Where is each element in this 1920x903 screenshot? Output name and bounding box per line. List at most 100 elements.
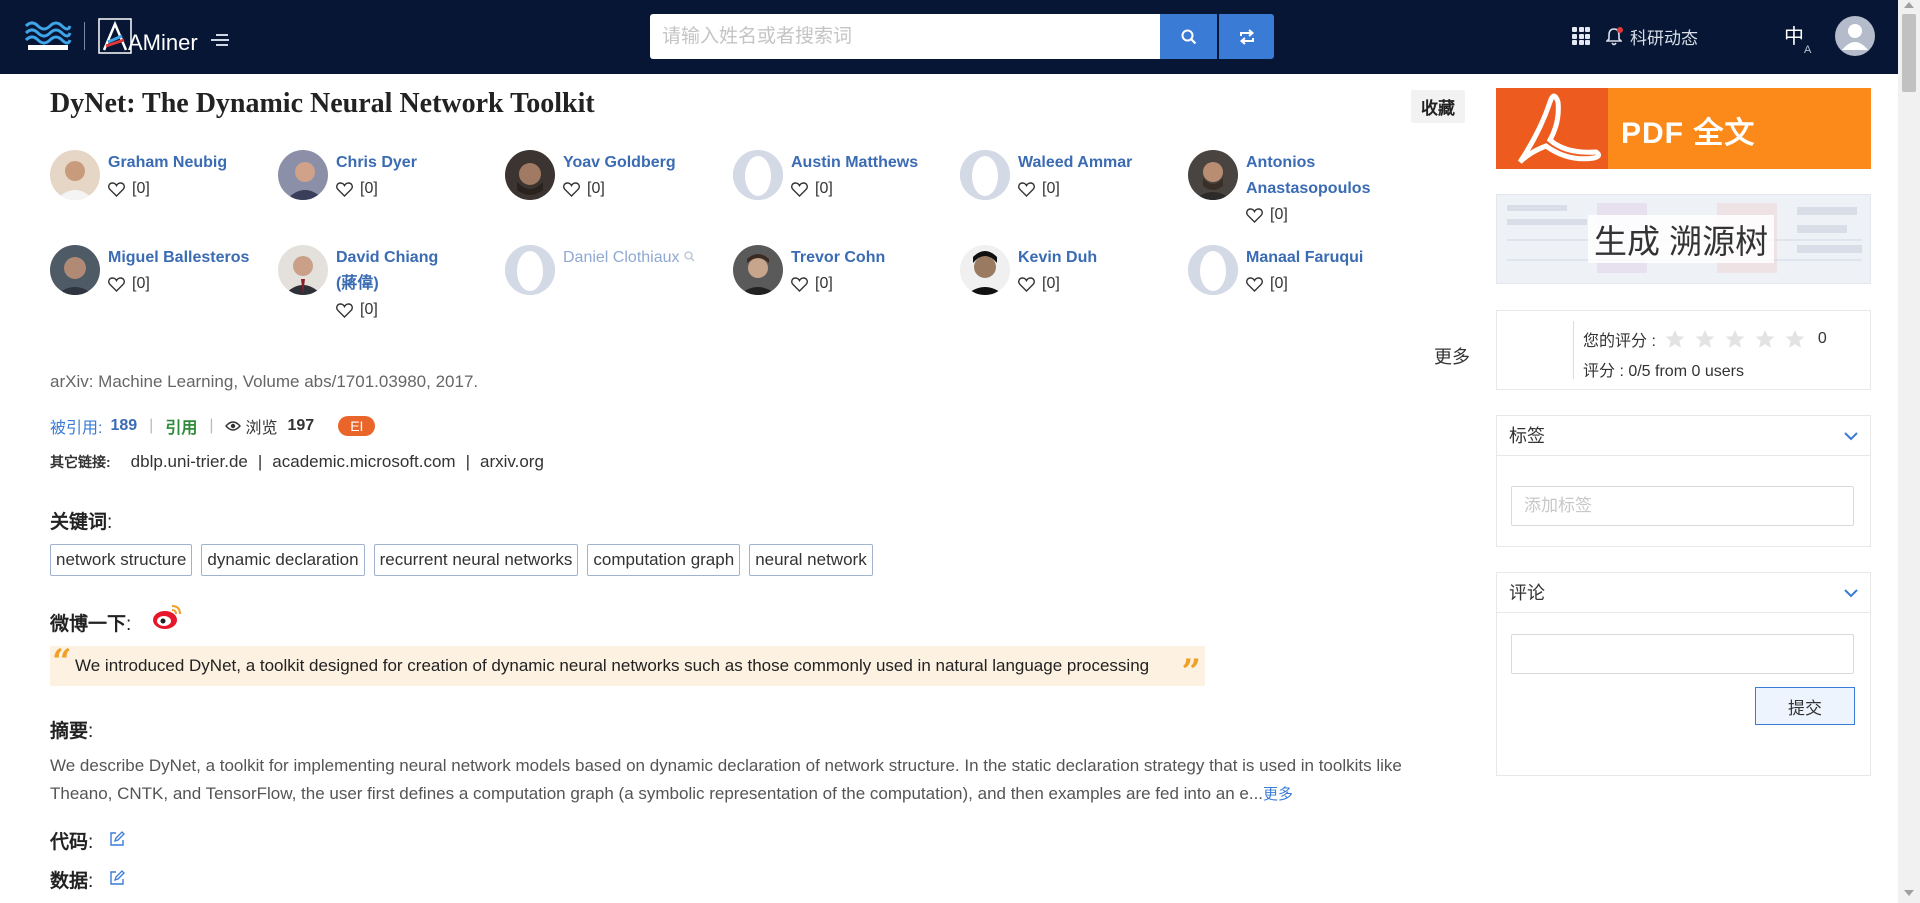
author-avatar-placeholder[interactable] [733,150,783,200]
scroll-up-arrow-icon[interactable] [1904,2,1914,8]
heart-icon [1246,276,1263,292]
author-name[interactable]: Manaal Faruqui [1246,245,1363,271]
author-card[interactable]: David Chiang (蔣偉) [0] [278,245,498,323]
author-card[interactable]: Chris Dyer [0] [278,150,498,202]
aminer-logo[interactable]: AMiner [98,18,198,54]
scroll-down-arrow-icon[interactable] [1904,890,1914,896]
add-tag-input[interactable] [1511,486,1854,526]
keyword-tag[interactable]: dynamic declaration [201,544,365,576]
author-name[interactable]: Miguel Ballesteros [108,245,249,271]
author-name[interactable]: Chris Dyer [336,150,417,176]
author-card[interactable]: Antonios Anastasopoulos [0] [1188,150,1408,228]
more-authors-link[interactable]: 更多 [1434,343,1470,369]
language-switch[interactable]: 中A [1784,20,1811,56]
author-like[interactable]: [0] [791,176,918,202]
submit-comment-button[interactable]: 提交 [1755,687,1855,725]
author-avatar[interactable] [50,150,100,200]
menu-toggle-icon[interactable] [211,34,229,50]
author-name-line2[interactable]: (蔣偉) [336,271,438,297]
chevron-down-icon[interactable] [1844,589,1858,598]
author-avatar[interactable] [505,150,555,200]
author-avatar[interactable] [50,245,100,295]
author-card[interactable]: Manaal Faruqui [0] [1188,245,1408,297]
star-icon[interactable] [1724,329,1746,349]
tags-heading: 标签 [1509,426,1545,446]
author-name[interactable]: Kevin Duh [1018,245,1097,271]
author-card[interactable]: Austin Matthews [0] [733,150,953,202]
apps-grid-icon[interactable] [1572,27,1590,45]
switch-search-button[interactable] [1219,14,1274,59]
author-name[interactable]: Austin Matthews [791,150,918,176]
star-icon[interactable] [1754,329,1776,349]
author-card[interactable]: Yoav Goldberg [0] [505,150,725,202]
author-name[interactable]: Yoav Goldberg [563,150,676,176]
abstract-more-link[interactable]: 更多 [1263,786,1293,803]
author-avatar[interactable] [960,245,1010,295]
favorite-button[interactable]: 收藏 [1411,90,1465,123]
author-avatar[interactable] [278,150,328,200]
author-card[interactable]: Trevor Cohn [0] [733,245,953,297]
search-icon[interactable] [684,251,695,262]
keyword-tag[interactable]: network structure [50,544,193,576]
research-news-link[interactable]: 科研动态 [1605,24,1698,49]
author-avatar[interactable] [733,245,783,295]
weibo-icon[interactable] [152,603,182,631]
user-avatar[interactable] [1835,16,1875,56]
keyword-tag[interactable]: computation graph [587,544,741,576]
author-like[interactable]: [0] [108,176,227,202]
link-academic-microsoft[interactable]: academic.microsoft.com [272,452,455,472]
author-name[interactable]: Waleed Ammar [1018,150,1132,176]
author-name[interactable]: Antonios [1246,150,1370,176]
edit-data-icon[interactable] [109,870,125,886]
search-button[interactable] [1160,14,1217,59]
author-like[interactable]: [0] [336,297,438,323]
link-arxiv[interactable]: arxiv.org [480,452,544,472]
notification-dot [1617,26,1623,33]
cited-count[interactable]: 189 [110,417,137,435]
star-icon[interactable] [1694,329,1716,349]
tags-panel-header[interactable]: 标签 [1497,416,1870,456]
cite-button[interactable]: 引用 [165,414,197,438]
author-name[interactable]: Trevor Cohn [791,245,885,271]
author-name-line2[interactable]: Anastasopoulos [1246,176,1370,202]
author-like[interactable]: [0] [336,176,417,202]
scrollbar-thumb[interactable] [1902,14,1916,92]
author-like[interactable]: [0] [108,271,249,297]
pdf-fulltext-button[interactable]: PDF 全文 [1496,88,1871,169]
link-dblp[interactable]: dblp.uni-trier.de [131,452,248,472]
generate-trace-tree-button[interactable]: 生成 溯源树 [1496,194,1871,284]
close-quote-icon: ” [1181,652,1201,692]
author-card[interactable]: Waleed Ammar [0] [960,150,1180,202]
chevron-down-icon[interactable] [1844,432,1858,441]
author-like[interactable]: [0] [791,271,885,297]
page-scrollbar[interactable] [1898,0,1920,903]
author-like[interactable]: [0] [563,176,676,202]
author-avatar-placeholder[interactable] [505,245,555,295]
cited-label: 被引用: [50,420,103,437]
author-like[interactable]: [0] [1018,271,1097,297]
author-card[interactable]: Graham Neubig [0] [50,150,270,202]
heart-icon [1018,181,1035,197]
author-name[interactable]: David Chiang [336,245,438,271]
comments-panel-header[interactable]: 评论 [1497,573,1870,613]
star-icon[interactable] [1784,329,1806,349]
author-name[interactable]: Graham Neubig [108,150,227,176]
keyword-tag[interactable]: recurrent neural networks [373,544,579,576]
search-input[interactable] [650,14,1160,59]
vicinest-logo-icon[interactable] [24,18,72,52]
author-like[interactable]: [0] [1246,202,1370,228]
author-name[interactable]: Daniel Clothiaux [563,245,695,271]
author-avatar-placeholder[interactable] [960,150,1010,200]
author-like[interactable]: [0] [1246,271,1363,297]
author-avatar-placeholder[interactable] [1188,245,1238,295]
author-card[interactable]: Miguel Ballesteros [0] [50,245,270,297]
keyword-tag[interactable]: neural network [749,544,873,576]
edit-code-icon[interactable] [109,831,125,847]
comment-input[interactable] [1511,634,1854,674]
star-icon[interactable] [1664,329,1686,349]
author-avatar[interactable] [1188,150,1238,200]
author-like[interactable]: [0] [1018,176,1132,202]
author-avatar[interactable] [278,245,328,295]
author-card[interactable]: Daniel Clothiaux [505,245,725,295]
author-card[interactable]: Kevin Duh [0] [960,245,1180,297]
